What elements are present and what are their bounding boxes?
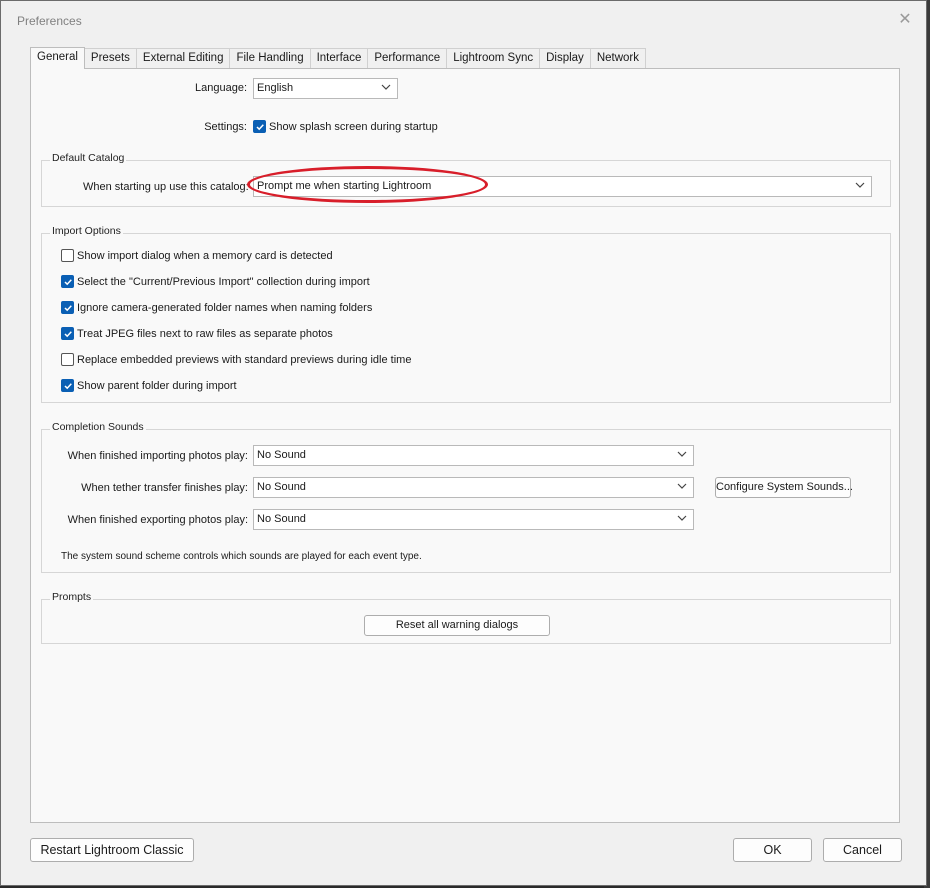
checkbox-checked-icon xyxy=(61,301,74,314)
default-catalog-label: When starting up use this catalog: xyxy=(83,181,249,193)
tab-presets[interactable]: Presets xyxy=(83,48,137,69)
tab-performance[interactable]: Performance xyxy=(367,48,448,69)
import-sound-label: When finished importing photos play: xyxy=(67,450,248,462)
import-sound-select[interactable]: No Sound xyxy=(253,445,694,466)
checkbox-label: Treat JPEG files next to raw files as se… xyxy=(77,327,333,340)
close-icon[interactable]: ✕ xyxy=(896,11,914,29)
export-sound-select[interactable]: No Sound xyxy=(253,509,694,530)
tab-display[interactable]: Display xyxy=(539,48,591,69)
completion-sounds-group: Completion Sounds When finished importin… xyxy=(41,421,891,573)
reset-warning-dialogs-button[interactable]: Reset all warning dialogs xyxy=(364,615,550,636)
memory-card-import-checkbox[interactable]: Show import dialog when a memory card is… xyxy=(61,249,333,262)
restart-lightroom-button[interactable]: Restart Lightroom Classic xyxy=(30,838,194,862)
checkbox-unchecked-icon xyxy=(61,353,74,366)
group-title: Completion Sounds xyxy=(50,421,146,433)
default-catalog-select[interactable]: Prompt me when starting Lightroom xyxy=(253,176,872,197)
cancel-button[interactable]: Cancel xyxy=(823,838,902,862)
checkbox-label: Ignore camera-generated folder names whe… xyxy=(77,301,373,314)
show-parent-folder-checkbox[interactable]: Show parent folder during import xyxy=(61,379,237,392)
splash-screen-checkbox[interactable]: Show splash screen during startup xyxy=(253,120,438,133)
select-value: No Sound xyxy=(257,481,306,493)
tether-sound-select[interactable]: No Sound xyxy=(253,477,694,498)
treat-jpeg-separate-checkbox[interactable]: Treat JPEG files next to raw files as se… xyxy=(61,327,333,340)
default-catalog-value: Prompt me when starting Lightroom xyxy=(257,180,432,192)
current-import-collection-checkbox[interactable]: Select the "Current/Previous Import" col… xyxy=(61,275,370,288)
chevron-down-icon xyxy=(677,513,687,523)
tab-lightroom-sync[interactable]: Lightroom Sync xyxy=(446,48,541,69)
group-title: Prompts xyxy=(50,591,94,603)
checkbox-label: Show parent folder during import xyxy=(77,379,237,392)
general-panel: Language: English Settings: Show splash … xyxy=(30,68,900,823)
title-bar: Preferences ✕ xyxy=(1,1,926,41)
language-value: English xyxy=(257,82,294,94)
tab-network[interactable]: Network xyxy=(589,48,646,69)
group-title: Default Catalog xyxy=(50,152,127,164)
ignore-folder-names-checkbox[interactable]: Ignore camera-generated folder names whe… xyxy=(61,301,372,314)
tab-external-editing[interactable]: External Editing xyxy=(135,48,231,69)
tether-sound-label: When tether transfer finishes play: xyxy=(81,482,248,494)
sound-scheme-note: The system sound scheme controls which s… xyxy=(61,551,422,562)
group-title: Import Options xyxy=(50,225,123,237)
checkbox-unchecked-icon xyxy=(61,249,74,262)
settings-label: Settings: xyxy=(204,121,247,133)
chevron-down-icon xyxy=(855,180,865,190)
chevron-down-icon xyxy=(677,481,687,491)
splash-screen-label: Show splash screen during startup xyxy=(269,120,438,133)
select-value: No Sound xyxy=(257,513,306,525)
tab-bar: General Presets External Editing File Ha… xyxy=(30,47,646,69)
language-select[interactable]: English xyxy=(253,78,398,99)
default-catalog-group: Default Catalog When starting up use thi… xyxy=(41,152,891,207)
replace-embedded-previews-checkbox[interactable]: Replace embedded previews with standard … xyxy=(61,353,411,366)
import-options-group: Import Options Show import dialog when a… xyxy=(41,225,891,403)
checkbox-checked-icon xyxy=(61,275,74,288)
ok-button[interactable]: OK xyxy=(733,838,812,862)
tab-general[interactable]: General xyxy=(30,47,85,69)
preferences-dialog: Preferences ✕ General Presets External E… xyxy=(0,0,927,886)
window-title: Preferences xyxy=(17,14,82,28)
checkbox-label: Replace embedded previews with standard … xyxy=(77,353,412,366)
checkbox-label: Select the "Current/Previous Import" col… xyxy=(77,275,370,288)
tab-interface[interactable]: Interface xyxy=(309,48,369,69)
configure-system-sounds-button[interactable]: Configure System Sounds... xyxy=(715,477,853,498)
select-value: No Sound xyxy=(257,449,306,461)
tab-file-handling[interactable]: File Handling xyxy=(229,48,311,69)
prompts-group: Prompts Reset all warning dialogs xyxy=(41,591,891,644)
checkbox-label: Show import dialog when a memory card is… xyxy=(77,249,333,262)
chevron-down-icon xyxy=(677,449,687,459)
export-sound-label: When finished exporting photos play: xyxy=(67,514,248,526)
chevron-down-icon xyxy=(381,82,391,92)
checkbox-checked-icon xyxy=(61,327,74,340)
language-label: Language: xyxy=(195,82,247,94)
checkbox-checked-icon xyxy=(61,379,74,392)
checkbox-checked-icon xyxy=(253,120,266,133)
